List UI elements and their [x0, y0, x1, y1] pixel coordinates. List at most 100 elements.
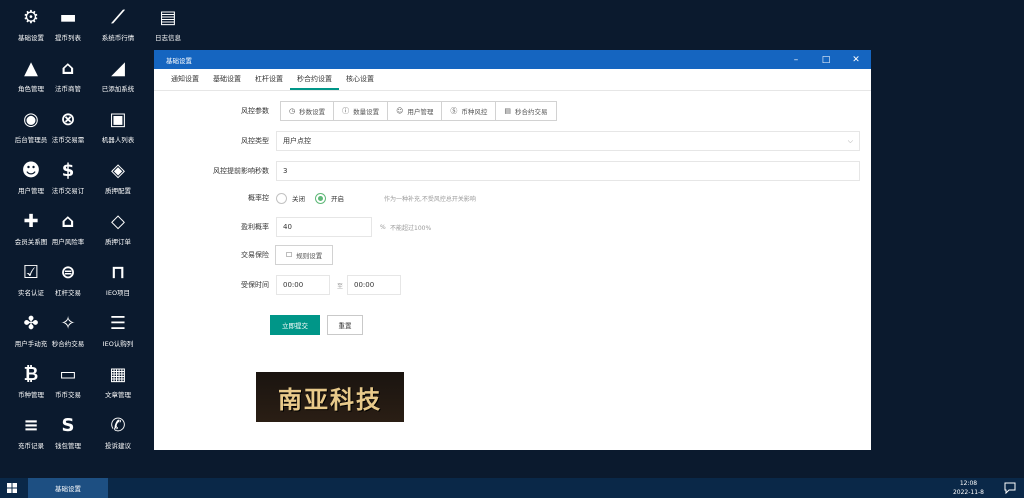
chart-line-icon: ⟋ — [111, 6, 125, 28]
windows-start-icon[interactable] — [0, 478, 24, 498]
desktop-icon[interactable]: ⊜ 杠杆交易 — [43, 255, 93, 303]
bitcoin-icon: ₿ — [23, 363, 39, 385]
desktop-icon[interactable]: ⟋ 系统币行情 — [93, 0, 143, 48]
user-plus-icon: ✚ — [23, 210, 39, 232]
tab-core[interactable]: 核心设置 — [339, 74, 381, 90]
desktop-icon-label: 法币商管 — [55, 85, 81, 93]
seconds-setting-button[interactable]: ◷ 秒数设置 — [280, 101, 335, 121]
profit-rate-row: 盈利概率 40 % 不能超过100% — [154, 217, 871, 237]
user-icon: ☺ — [396, 107, 404, 115]
desktop-icon[interactable]: ▤ 日志信息 — [143, 0, 193, 48]
desktop-icon[interactable]: ▣ 机器人列表 — [93, 102, 143, 150]
rebel-icon: ✧ — [60, 312, 76, 334]
risk-type-select[interactable]: 用户点控 ⌵ — [276, 131, 860, 151]
protect-time-row: 受保时间 00:00 至 00:00 — [154, 275, 871, 295]
probability-on-radio[interactable]: 开启 — [315, 192, 344, 204]
risk-param-row: 风控参数 ◷ 秒数设置 ⓘ 数量设置 ☺ 用户管理 Ⓢ 币种风控 ▤ 秒合约交易 — [154, 101, 871, 121]
desktop-icon-label: 已添加系统 — [101, 85, 135, 93]
close-icon[interactable]: ✕ — [841, 55, 871, 65]
desktop-icon[interactable]: ▬ 提币列表 — [43, 0, 93, 48]
tab-basic[interactable]: 基础设置 — [206, 74, 248, 90]
risk-type-row: 风控类型 用户点控 ⌵ — [154, 131, 871, 151]
trade-protect-label: 交易保险 — [241, 251, 269, 259]
check-square-icon: ☑ — [22, 261, 40, 283]
desktop-icon[interactable]: ☰ IEO认购列 — [93, 306, 143, 354]
puzzle-icon: ✤ — [23, 312, 39, 334]
desktop-icon[interactable]: ◇ 质押订单 — [93, 204, 143, 252]
submit-button[interactable]: 立即提交 — [270, 315, 320, 335]
window-title: 基础设置 — [166, 56, 192, 65]
gears-icon: ⚙ — [22, 6, 40, 28]
desktop-icon-label: 基础设置 — [18, 34, 44, 42]
desktop-icon-label: 机器人列表 — [101, 136, 135, 144]
desktop-icon-label: 充币记录 — [18, 442, 44, 450]
maximize-icon[interactable]: □ — [811, 55, 841, 65]
risk-type-label: 风控类型 — [241, 137, 269, 145]
home-icon: ⌂ — [61, 210, 75, 232]
link-icon: ⊗ — [60, 108, 76, 130]
card-icon: ▬ — [59, 6, 77, 28]
desktop-icon-label: 投诉建议 — [105, 442, 131, 450]
reset-button[interactable]: 重置 — [327, 315, 363, 335]
user-circle-icon: ◉ — [23, 108, 39, 130]
desktop-icon[interactable]: ▦ 文章管理 — [93, 357, 143, 405]
taskbar: 基础设置 12:08 2022-11-8 — [0, 478, 1024, 498]
desktop-icon-label: 币币交易 — [55, 391, 81, 399]
probability-hint: 作为一种补充,不受风控总开关影响 — [384, 195, 476, 203]
risk-param-buttons: ◷ 秒数设置 ⓘ 数量设置 ☺ 用户管理 Ⓢ 币种风控 ▤ 秒合约交易 — [280, 101, 557, 121]
desktop-icon-label: 秒合约交易 — [51, 340, 85, 348]
desktop-icon-label: 用户风险率 — [51, 238, 85, 246]
rule-setting-button[interactable]: ☐ 规则设置 — [275, 245, 334, 265]
protect-time-from[interactable]: 00:00 — [276, 275, 330, 295]
skype-icon: S — [61, 414, 75, 436]
taskbar-clock[interactable]: 12:08 2022-11-8 — [953, 479, 984, 497]
desktop-icon[interactable]: S 钱包管理 — [43, 408, 93, 456]
tab-second-contract[interactable]: 秒合约设置 — [290, 74, 339, 90]
desktop-icon[interactable]: ⊗ 法币交易需 — [43, 102, 93, 150]
taskbar-app-settings[interactable]: 基础设置 — [28, 478, 108, 498]
minimize-icon[interactable]: – — [781, 55, 811, 65]
desktop-icon-label: 实名认证 — [18, 289, 44, 297]
desktop-icon[interactable]: $ 法币交易订 — [43, 153, 93, 201]
money-icon: ▭ — [59, 363, 77, 385]
phone-icon: ✆ — [110, 414, 126, 436]
profit-rate-input[interactable]: 40 — [276, 217, 372, 237]
company-logo: 南亚科技 — [256, 372, 404, 422]
coin-icon: ⊜ — [60, 261, 76, 283]
desktop-icon[interactable]: ▭ 币币交易 — [43, 357, 93, 405]
desktop-icon[interactable]: ✆ 投诉建议 — [93, 408, 143, 456]
probability-label: 概率控 — [248, 194, 269, 202]
desktop-icon[interactable]: ⊓ IEO项目 — [93, 255, 143, 303]
robot-icon: ▣ — [109, 108, 127, 130]
cube-icon: ◈ — [111, 159, 125, 181]
risk-param-label: 风控参数 — [241, 107, 269, 115]
quantity-setting-button[interactable]: ⓘ 数量设置 — [333, 101, 389, 121]
notification-icon[interactable] — [1004, 482, 1016, 495]
lock-icon: ☐ — [286, 251, 293, 259]
desktop-icon[interactable]: ◢ 已添加系统 — [93, 51, 143, 99]
unlock-icon: ⊓ — [110, 261, 126, 283]
desktop-icon-label: 提币列表 — [55, 34, 81, 42]
desktop-icon-label: 用户管理 — [18, 187, 44, 195]
bank-icon: ⌂ — [61, 57, 75, 79]
window-titlebar[interactable]: 基础设置 – □ ✕ — [154, 50, 871, 69]
desktop-icon[interactable]: ⌂ 法币商管 — [43, 51, 93, 99]
probability-off-radio[interactable]: 关闭 — [276, 192, 305, 204]
coin-risk-button[interactable]: Ⓢ 币种风控 — [441, 101, 497, 121]
cube-outline-icon: ◇ — [111, 210, 125, 232]
desktop-icon[interactable]: ⌂ 用户风险率 — [43, 204, 93, 252]
probability-row: 概率控 关闭 开启 作为一种补充,不受风控总开关影响 — [154, 188, 871, 208]
desktop-icon[interactable]: ◈ 质押配置 — [93, 153, 143, 201]
desktop-icon-label: IEO认购列 — [102, 340, 134, 348]
risk-seconds-input[interactable]: 3 — [276, 161, 860, 181]
document-icon: ▤ — [159, 6, 177, 28]
list-icon: ☰ — [109, 312, 127, 334]
protect-time-to[interactable]: 00:00 — [347, 275, 401, 295]
tab-leverage[interactable]: 杠杆设置 — [248, 74, 290, 90]
second-contract-trade-button[interactable]: ▤ 秒合约交易 — [495, 101, 557, 121]
desktop-icon[interactable]: ✧ 秒合约交易 — [43, 306, 93, 354]
desktop-icon-label: 文章管理 — [105, 391, 131, 399]
user-manage-button[interactable]: ☺ 用户管理 — [387, 101, 443, 121]
desktop-icon-label: 质押配置 — [105, 187, 131, 195]
tab-notify[interactable]: 通知设置 — [164, 74, 206, 90]
